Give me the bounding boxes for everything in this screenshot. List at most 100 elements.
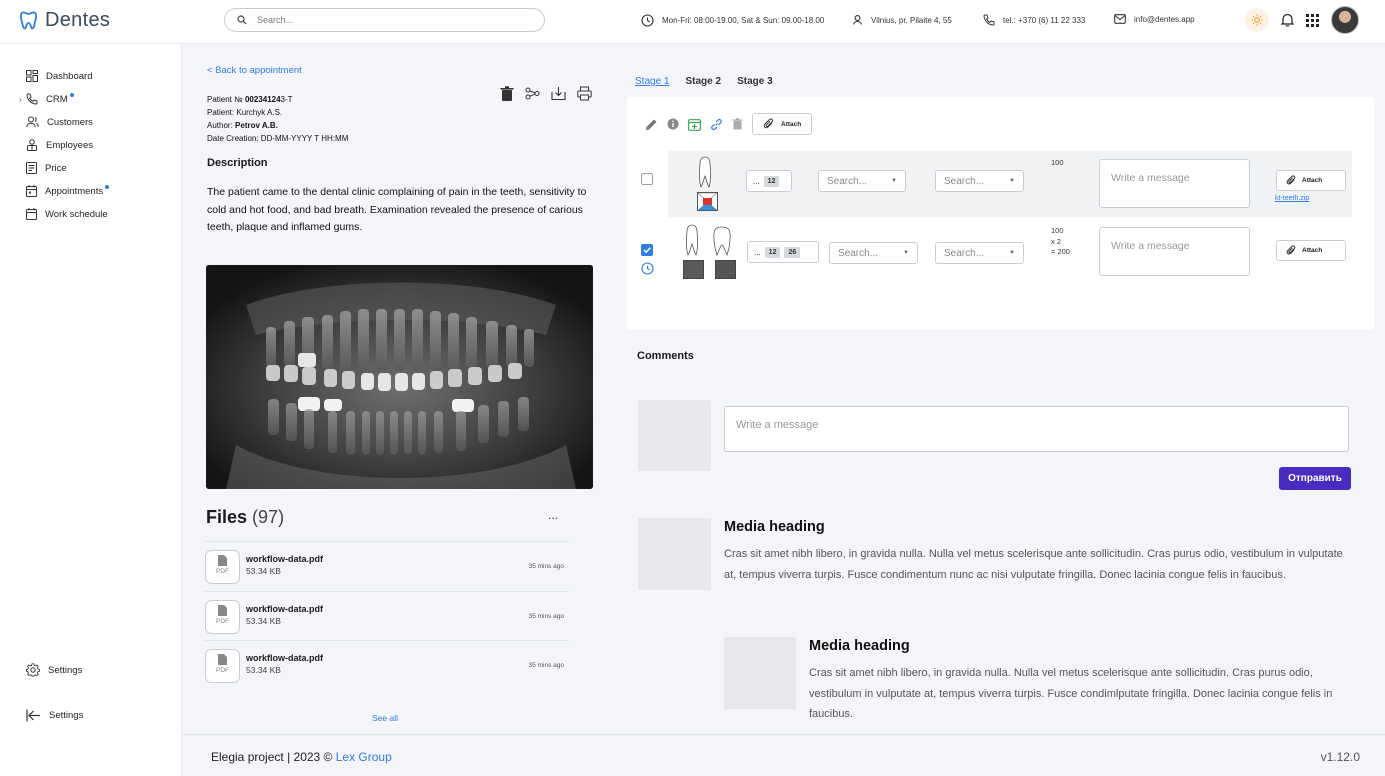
sidebar-item-employees[interactable]: Employees (26, 139, 93, 151)
tooth-tag: 12 (763, 175, 780, 187)
clock-icon (641, 14, 654, 27)
calendar-add-icon[interactable] (688, 118, 701, 131)
tooth-diagram-icon[interactable] (697, 156, 713, 188)
file-size: 53.34 KB (246, 665, 281, 675)
file-row[interactable]: PDF workflow-data.pdf 53.34 KB 35 mins a… (205, 640, 569, 690)
sidebar-item-customers[interactable]: Customers (26, 116, 93, 128)
search-input[interactable] (257, 15, 517, 25)
app-logo[interactable]: Dentes (20, 9, 110, 32)
material-select[interactable]: Search... ▼ (935, 170, 1024, 192)
file-row[interactable]: PDF workflow-data.pdf 53.34 KB 35 mins a… (205, 591, 569, 641)
clock-icon[interactable] (641, 262, 654, 275)
page-footer: Elegia project | 2023 © Lex Group v1.12.… (182, 734, 1385, 776)
phone-icon (26, 93, 38, 105)
file-name: workflow-data.pdf (246, 604, 323, 614)
clinic-email[interactable]: info@dentes.app (1114, 14, 1195, 24)
procedure-select[interactable]: Search... ▼ (829, 242, 918, 264)
row-attach-button[interactable]: Attach (1276, 240, 1346, 261)
opening-hours: Mon-Fri: 08:00-19.00, Sat & Sun: 09.00-1… (641, 14, 824, 27)
sidebar-item-label: Settings (48, 664, 83, 676)
sidebar-item-crm[interactable]: › CRM (19, 93, 80, 105)
info-icon[interactable] (667, 118, 679, 130)
stage-tabs: Stage 1 Stage 2 Stage 3 (635, 76, 773, 87)
clinic-phone[interactable]: tel.: +370 (6) 11 22 333 (983, 14, 1085, 26)
row-message-input[interactable]: Write a message (1099, 159, 1250, 208)
download-icon[interactable] (551, 86, 566, 101)
address-text: Vilnius, pr. Pilaite 4, 55 (871, 15, 952, 25)
calendar-icon (26, 185, 37, 197)
row-checkbox[interactable] (641, 173, 653, 185)
bell-icon[interactable] (1281, 13, 1294, 27)
attach-label: Attach (1302, 247, 1323, 254)
tooth-tag: 12 (764, 246, 781, 258)
tooth-number-field[interactable]: ... 12 (746, 170, 792, 192)
sidebar-collapse[interactable]: Settings (26, 709, 83, 722)
trash-icon[interactable] (732, 118, 743, 130)
row-quantity: 100 (1051, 158, 1064, 167)
files-more-menu[interactable]: ... (548, 508, 558, 522)
tab-stage-3[interactable]: Stage 3 (737, 76, 773, 87)
phone-icon (983, 14, 995, 26)
pencil-icon[interactable] (645, 118, 658, 131)
row-quantity: 100 x 2 = 200 (1051, 226, 1070, 256)
see-all-files-link[interactable]: See all (372, 713, 398, 723)
chevron-down-icon: ▼ (891, 178, 897, 184)
tooth-number-field[interactable]: ... 12 26 (747, 241, 819, 263)
pdf-file-icon: PDF (205, 550, 240, 584)
material-select[interactable]: Search... ▼ (935, 242, 1024, 264)
user-avatar[interactable] (1331, 6, 1359, 34)
sidebar-settings[interactable]: Settings (26, 663, 82, 677)
sidebar-item-label: Appointments (45, 185, 104, 197)
company-link[interactable]: Lex Group (336, 750, 392, 764)
select-value: Search... (944, 247, 985, 259)
sidebar-item-price[interactable]: Price (26, 162, 67, 174)
tooth-chart-icon[interactable] (697, 192, 718, 211)
tab-stage-2[interactable]: Stage 2 (685, 76, 721, 87)
file-name: workflow-data.pdf (246, 554, 323, 564)
trash-icon[interactable] (500, 86, 514, 102)
row-checkbox[interactable] (641, 244, 653, 256)
link-icon[interactable] (710, 118, 723, 131)
share-icon[interactable] (525, 86, 540, 101)
tooth-diagram-icon[interactable] (684, 224, 700, 256)
row-message-input[interactable]: Write a message (1099, 227, 1250, 276)
tooth-logo-icon (20, 11, 37, 30)
file-name: workflow-data.pdf (246, 653, 323, 663)
theme-toggle[interactable] (1245, 8, 1269, 32)
sun-icon (1251, 14, 1263, 26)
employees-icon (27, 139, 37, 151)
collapse-arrow-icon (26, 709, 40, 722)
tooth-more: ... (754, 247, 761, 257)
media-heading: Media heading (724, 519, 825, 535)
dental-xray-image[interactable] (206, 265, 593, 489)
paperclip-icon (1286, 245, 1296, 255)
chevron-right-icon[interactable]: › (19, 95, 22, 104)
sidebar-item-label: Customers (47, 116, 93, 128)
attached-file-link[interactable]: kt-teeth.zip (1275, 195, 1309, 202)
pdf-file-icon: PDF (205, 649, 240, 683)
print-icon[interactable] (577, 86, 592, 101)
procedure-select[interactable]: Search... ▼ (818, 170, 906, 192)
tooth-more: ... (753, 176, 760, 186)
tab-stage-1[interactable]: Stage 1 (635, 76, 669, 87)
users-icon (26, 116, 39, 128)
notification-dot (105, 185, 110, 189)
back-to-appointment-link[interactable]: < Back to appointment (207, 65, 302, 76)
comment-avatar (638, 400, 711, 471)
sidebar-item-work-schedule[interactable]: Work schedule (26, 208, 108, 220)
sidebar-item-appointments[interactable]: Appointments (26, 185, 115, 197)
send-button[interactable]: Отправить (1279, 467, 1351, 490)
price-icon (26, 162, 37, 174)
attach-button[interactable]: Attach (752, 113, 813, 135)
row-attach-button[interactable]: Attach (1276, 170, 1346, 191)
file-row[interactable]: PDF workflow-data.pdf 53.34 KB 35 mins a… (205, 541, 569, 591)
apps-grid-icon[interactable] (1306, 13, 1319, 27)
search-bar[interactable] (224, 8, 545, 32)
tooth-diagram-icon[interactable] (712, 224, 732, 256)
tooth-xray-thumb[interactable] (715, 260, 736, 279)
select-value: Search... (944, 175, 985, 187)
comment-input[interactable]: Write a message (724, 406, 1349, 452)
tooth-xray-thumb[interactable] (683, 260, 704, 279)
sidebar-item-dashboard[interactable]: Dashboard (26, 70, 92, 82)
chevron-down-icon: ▼ (1009, 250, 1015, 256)
